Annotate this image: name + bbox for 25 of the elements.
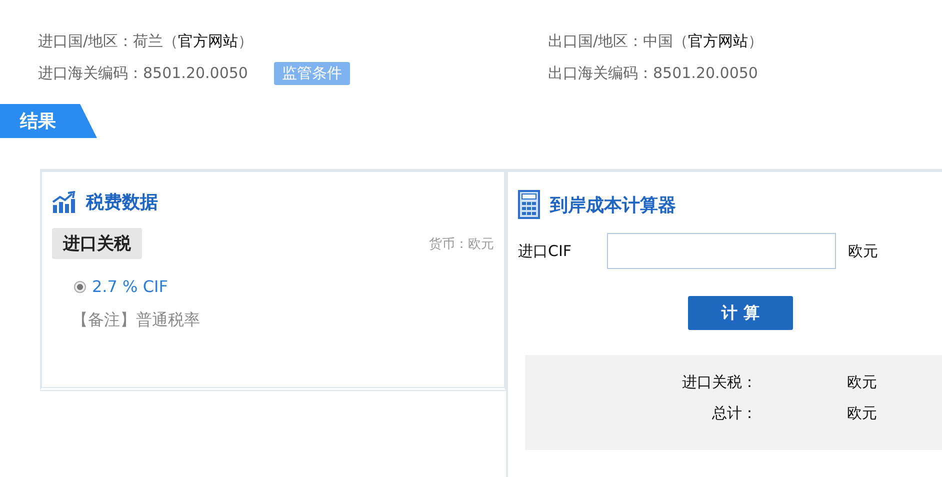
official-site-link[interactable]: 官方网站 xyxy=(688,32,748,50)
note-text: 【备注】普通税率 xyxy=(72,310,201,331)
chart-icon xyxy=(52,191,76,213)
cif-label: 进口CIF xyxy=(518,242,573,260)
unit-label: 欧元 xyxy=(846,373,877,392)
cif-input[interactable] xyxy=(607,233,836,269)
official-site-link[interactable]: 官方网站 xyxy=(178,32,238,50)
unit-label: 欧元 xyxy=(846,404,877,423)
export-country-label: 出口国/地区：中国（ xyxy=(548,32,688,50)
duty-tag: 进口关税 xyxy=(52,228,142,259)
radio-button[interactable] xyxy=(74,280,86,292)
rate-text: 2.7 % CIF xyxy=(92,277,168,296)
calculator-icon xyxy=(518,190,540,219)
panel-title: 税费数据 xyxy=(86,191,158,214)
unit-label: 欧元 xyxy=(848,242,878,260)
import-country-label: 进口国/地区：荷兰（ xyxy=(38,32,178,50)
panel-title: 到岸成本计算器 xyxy=(550,194,676,216)
closing-parenthesis: ） xyxy=(238,32,254,50)
import-code: 进口海关编码：8501.20.0050 xyxy=(38,64,248,82)
calculate-button[interactable]: 计 算 xyxy=(688,296,793,330)
result-label: 进口关税： xyxy=(681,373,757,392)
closing-parenthesis: ） xyxy=(748,32,764,50)
export-code: 出口海关编码：8501.20.0050 xyxy=(548,64,758,82)
result-label: 总计： xyxy=(711,404,757,423)
currency-label: 货币：欧元 xyxy=(429,236,494,252)
